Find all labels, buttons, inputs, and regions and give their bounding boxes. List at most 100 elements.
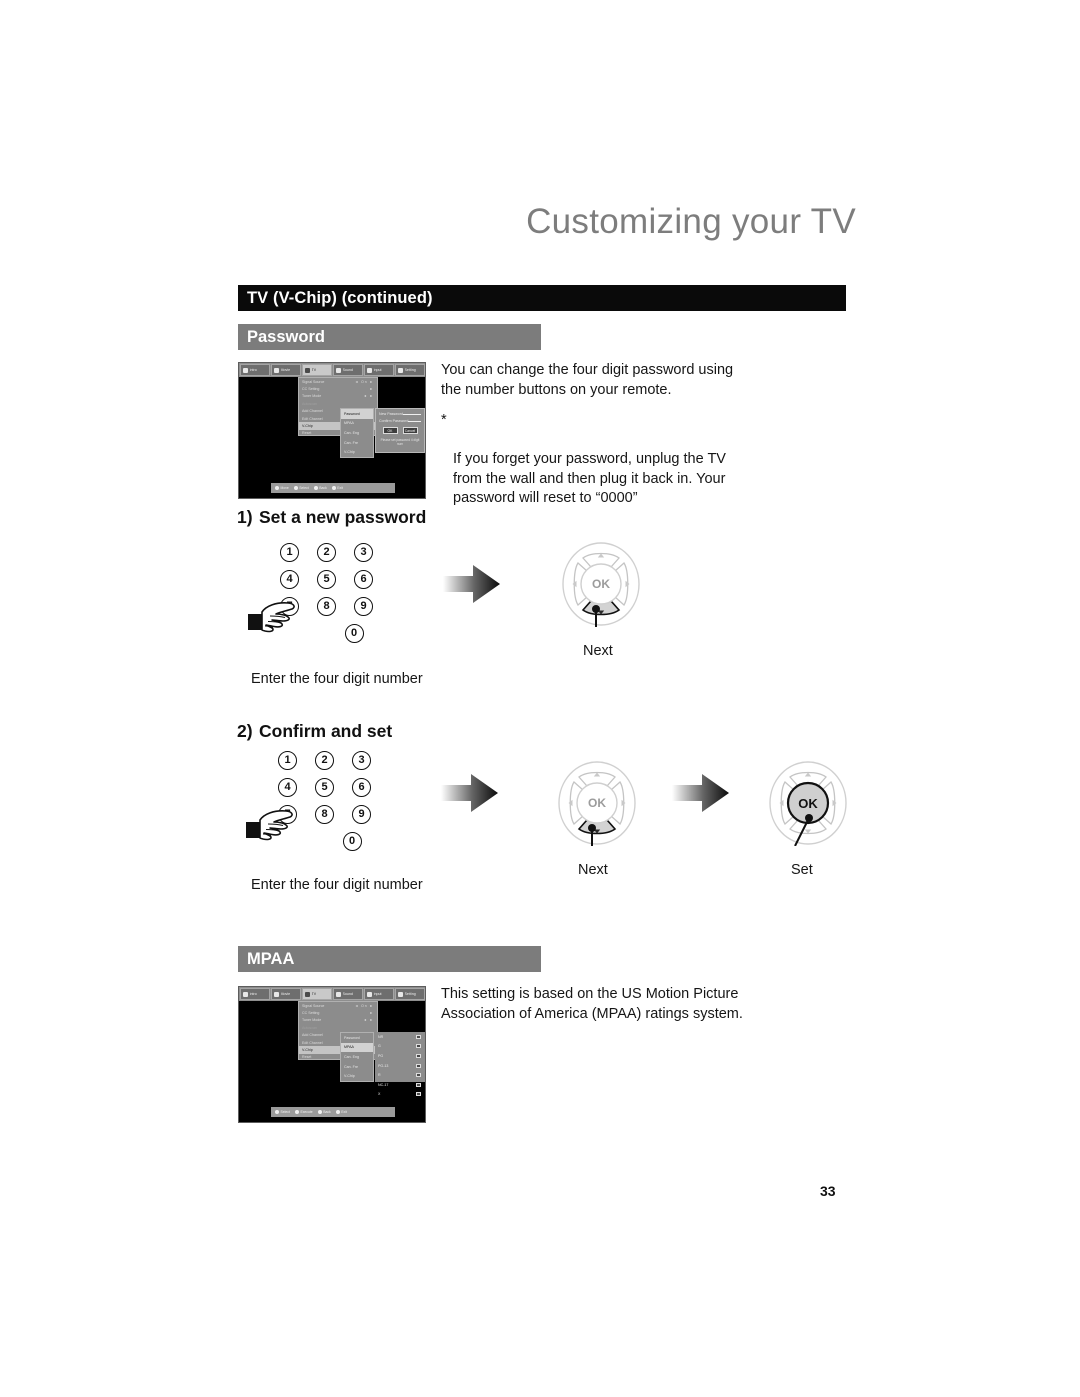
tv-icon (304, 991, 310, 997)
tv-menu-item-label: Reset (302, 1055, 312, 1060)
tv-footer-hint: Move (275, 486, 289, 490)
tv-menu-item: CC Setting ► (299, 1009, 377, 1016)
tv-rating-row: PG-13 (375, 1061, 425, 1071)
tv-menu-item: Autoscan (299, 400, 377, 407)
tv-rating-row: PG (375, 1051, 425, 1061)
tv-submenu-item: Can. Eng (344, 1054, 359, 1059)
keypad-key-3[interactable]: 3 (352, 751, 371, 770)
keypad-key-4[interactable]: 4 (280, 570, 299, 589)
tv-icon (304, 367, 310, 373)
svg-text:OK: OK (798, 796, 818, 811)
keypad-row: 456 (280, 570, 373, 589)
music-note-icon (335, 991, 341, 997)
tv-screenshot-mpaa: Intro Movie TV Sound Input Setting Signal Sou… (238, 986, 426, 1123)
keypad-key-3[interactable]: 3 (354, 543, 373, 562)
tv-rating-checkbox (416, 1034, 421, 1039)
keypad-key-6[interactable]: 6 (354, 570, 373, 589)
keypad-key-2[interactable]: 2 (317, 543, 336, 562)
keypad-key-0[interactable]: 0 (342, 832, 362, 851)
nav-wheel-set-label: Set (791, 862, 813, 878)
tv-menu-item: Tuner Mode ◄ ► (299, 393, 377, 400)
keypad-key-1[interactable]: 1 (280, 543, 299, 562)
tv-dialog-buttons: OK Cancel (379, 427, 421, 434)
tv-menu-item-label: Tuner Mode (302, 1018, 322, 1023)
password-description: You can change the four digit password u… (441, 362, 734, 398)
tv-footer-hints-mpaa: Select Execute Back Exit (271, 1107, 395, 1117)
back-icon (313, 486, 318, 490)
keypad-key-2[interactable]: 2 (315, 751, 334, 770)
subsection-bar-password-label: Password (247, 328, 325, 346)
keypad-key-5[interactable]: 5 (315, 778, 334, 797)
nav-wheel-next-2: OK (557, 760, 637, 851)
tv-rating-checkbox (416, 1044, 421, 1049)
nav-wheel-next-1: OK (561, 541, 641, 632)
input-icon (366, 367, 372, 373)
tv-menu-item-value: ◄ On ► (354, 379, 374, 384)
tv-mpaa-ratings-panel: NR G PG PG-13 R NC-17 X (375, 1032, 425, 1097)
tv-tab-input: Input (363, 988, 394, 1000)
tv-rating-checkbox (416, 1082, 421, 1087)
tv-tab-input: Input (363, 364, 394, 376)
tv-rating-label: NR (378, 1034, 384, 1039)
step-1-title: Set a new password (259, 507, 427, 527)
tv-menu-item-label: Signal Source (302, 379, 325, 384)
keypad-key-8[interactable]: 8 (315, 805, 334, 824)
tv-footer-hint-label: Select (280, 1110, 290, 1114)
tv-tab-label: Input (373, 368, 382, 372)
tv-dialog-cancel-button: Cancel (402, 427, 418, 434)
mpaa-description: This setting is based on the US Motion P… (441, 986, 743, 1022)
keypad-key-4[interactable]: 4 (278, 778, 297, 797)
tv-rating-checkbox (416, 1063, 421, 1068)
keypad-key-5[interactable]: 5 (317, 570, 336, 589)
tv-menu-item-label: Autoscan (302, 401, 317, 406)
step-1-caption: Enter the four digit number (251, 671, 423, 687)
tv-tab-label: Setting (404, 992, 416, 996)
tv-rating-label: PG (378, 1053, 384, 1058)
flow-arrow-3-icon (672, 772, 730, 819)
tv-tab-label: Sound (342, 368, 353, 372)
tv-tab-tv: TV (301, 364, 332, 376)
tv-dialog-field-new: New Password (379, 412, 421, 416)
hand-pointer-icon (246, 596, 298, 641)
tv-dialog-note: Please set password 4 digit num (380, 438, 420, 446)
tv-menu-item-label: Reset (302, 431, 312, 436)
step-1-number: 1) (237, 507, 253, 527)
page-title: Customizing your TV (526, 202, 856, 241)
keypad-key-9[interactable]: 9 (352, 805, 371, 824)
dpad-icon (275, 486, 279, 490)
tv-submenu-item: Can. Fre (344, 440, 358, 445)
step-2-caption: Enter the four digit number (251, 877, 423, 893)
keypad-key-6[interactable]: 6 (352, 778, 371, 797)
exit-icon (331, 486, 336, 490)
tv-menu-item-value: ◄ On ► (354, 1003, 374, 1008)
tv-menu-item-label: V-Chip (302, 1048, 313, 1053)
tv-tab-intro: Intro (239, 364, 270, 376)
step-1-heading: 1) Set a new password (237, 507, 426, 528)
keypad-key-0[interactable]: 0 (344, 624, 364, 643)
keypad-key-8[interactable]: 8 (317, 597, 336, 616)
tv-submenu-item: V-Chip (344, 1074, 355, 1079)
tv-tab-tv: TV (301, 988, 332, 1000)
tv-menu-item: Tuner Mode ◄ ► (299, 1017, 377, 1024)
tv-rating-label: G (378, 1044, 381, 1049)
tv-menu-item-label: Tuner Mode (302, 394, 322, 399)
tv-menu-item-label: Add Channel (302, 409, 323, 414)
ok-icon (294, 1110, 299, 1114)
screen-icon (242, 991, 248, 997)
subsection-bar-mpaa-label: MPAA (247, 950, 295, 968)
svg-text:OK: OK (592, 577, 610, 591)
tv-rating-checkbox (416, 1073, 421, 1078)
tv-footer-hint-label: Execute (300, 1110, 313, 1114)
tv-tab-sound: Sound (332, 988, 363, 1000)
exit-icon (335, 1110, 340, 1114)
keypad-key-1[interactable]: 1 (278, 751, 297, 770)
hand-pointer-icon-2 (244, 804, 296, 849)
nav-wheel-set: OK (768, 760, 848, 851)
tv-submenu-item: Password (341, 409, 373, 419)
tv-menu-item-label: Signal Source (302, 1003, 325, 1008)
tv-tab-label: Sound (342, 992, 353, 996)
keypad-key-9[interactable]: 9 (354, 597, 373, 616)
note-body: If you forget your password, unplug the … (453, 451, 726, 506)
tv-dialog-ok-button: OK (382, 427, 398, 434)
page-number: 33 (820, 1183, 836, 1199)
